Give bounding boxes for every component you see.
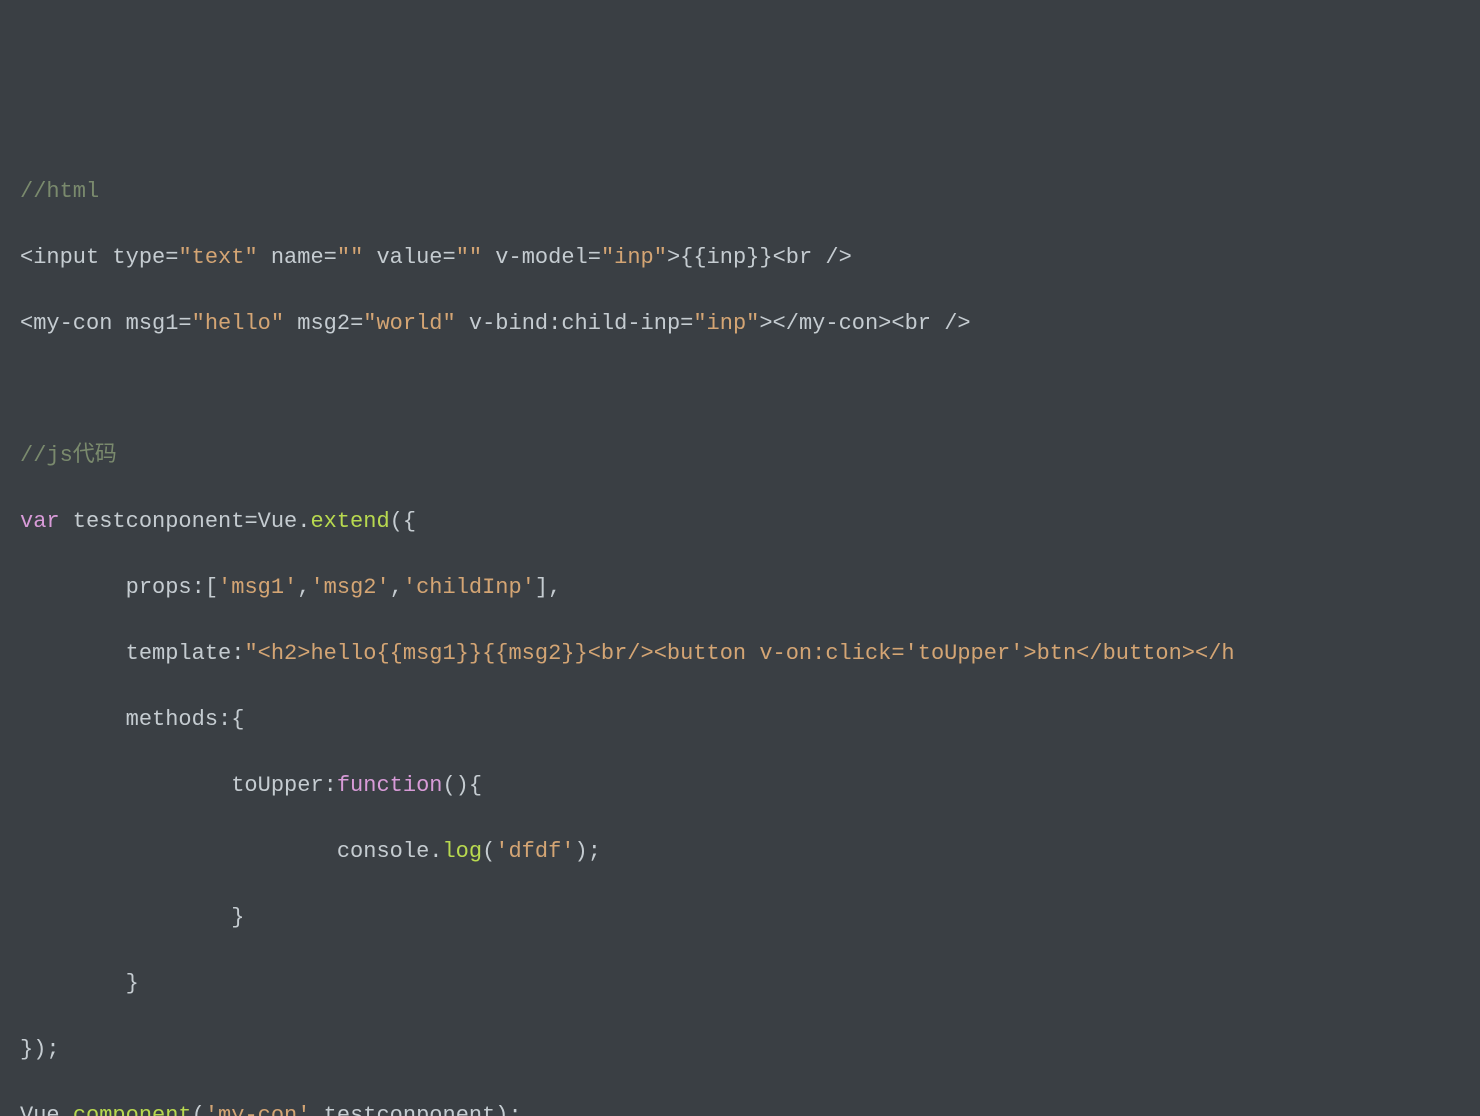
code-line-8: template:"<h2>hello{{msg1}}{{msg2}}<br/>… <box>20 637 1460 670</box>
code-line-13: } <box>20 967 1460 1000</box>
code-line-11: console.log('dfdf'); <box>20 835 1460 868</box>
code-line-12: } <box>20 901 1460 934</box>
code-line-6: var testconponent=Vue.extend({ <box>20 505 1460 538</box>
code-line-14: }); <box>20 1033 1460 1066</box>
code-line-1: //html <box>20 175 1460 208</box>
comment-js: //js代码 <box>20 443 117 468</box>
code-line-blank <box>20 373 1460 406</box>
code-line-10: toUpper:function(){ <box>20 769 1460 802</box>
code-line-3: <my-con msg1="hello" msg2="world" v-bind… <box>20 307 1460 340</box>
code-line-2: <input type="text" name="" value="" v-mo… <box>20 241 1460 274</box>
code-line-5: //js代码 <box>20 439 1460 472</box>
code-line-15: Vue.component('my-con',testconponent); <box>20 1099 1460 1116</box>
code-line-7: props:['msg1','msg2','childInp'], <box>20 571 1460 604</box>
code-line-9: methods:{ <box>20 703 1460 736</box>
comment-html: //html <box>20 179 99 204</box>
code-block: //html <input type="text" name="" value=… <box>20 142 1460 1116</box>
